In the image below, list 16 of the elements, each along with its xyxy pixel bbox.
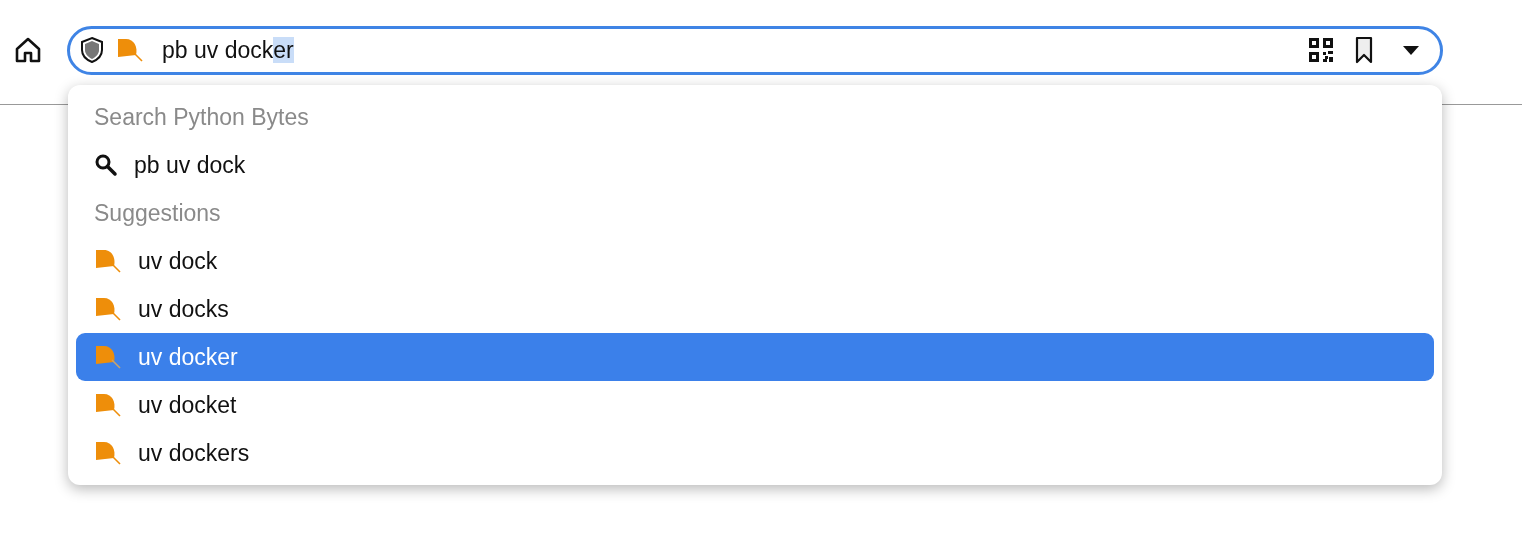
- search-icon: [94, 153, 120, 177]
- address-bar[interactable]: pb uv docker: [67, 25, 1443, 75]
- suggestion-item[interactable]: uv docker: [76, 333, 1434, 381]
- address-text[interactable]: pb uv docker: [162, 36, 294, 64]
- caret-icon[interactable]: [1402, 44, 1420, 56]
- qr-code-icon[interactable]: [1308, 37, 1334, 63]
- home-icon[interactable]: [13, 35, 43, 65]
- search-suggestion[interactable]: pb uv dock: [76, 141, 1434, 189]
- bookmark-icon[interactable]: [1354, 36, 1374, 64]
- suggestion-item[interactable]: uv docks: [76, 285, 1434, 333]
- shield-icon[interactable]: [80, 36, 104, 64]
- suggestion-item[interactable]: uv dock: [76, 237, 1434, 285]
- section-heading: Search Python Bytes: [94, 103, 309, 131]
- suggestion-item[interactable]: uv docket: [76, 381, 1434, 429]
- section-heading: Suggestions: [94, 199, 221, 227]
- suggestion-item[interactable]: uv dockers: [76, 429, 1434, 477]
